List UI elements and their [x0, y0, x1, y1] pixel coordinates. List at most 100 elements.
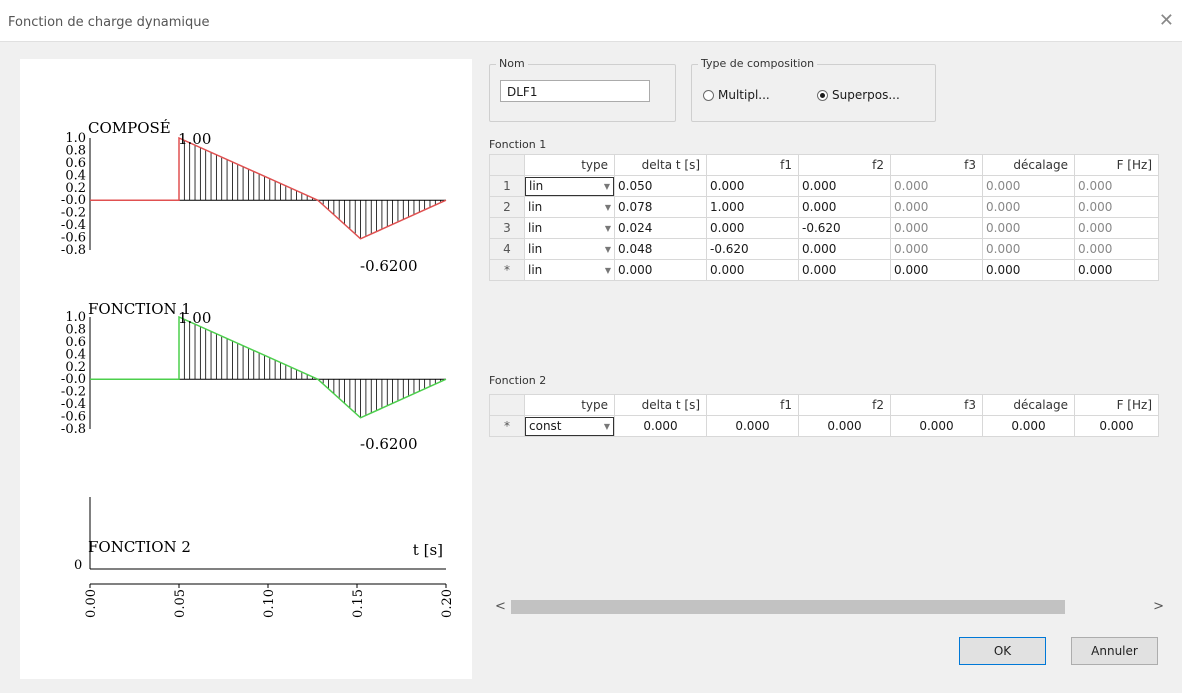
cell-dec[interactable]: 0.000: [982, 217, 1075, 239]
column-header[interactable]: f1: [706, 394, 799, 416]
nom-field[interactable]: DLF1: [500, 80, 650, 102]
x-tick-label: 0.05: [173, 589, 188, 618]
chevron-down-icon[interactable]: ▼: [605, 245, 611, 254]
cell-f2[interactable]: 0.000: [798, 238, 891, 260]
cell-f3[interactable]: 0.000: [890, 415, 983, 437]
scrollbar-thumb[interactable]: [511, 600, 1065, 614]
cell-fhz[interactable]: 0.000: [1074, 175, 1159, 197]
f1-title: FONCTION 1: [88, 300, 191, 318]
column-header[interactable]: f1: [706, 154, 799, 176]
cell-f2[interactable]: 0.000: [798, 259, 891, 281]
radio-multipl[interactable]: Multipl...: [703, 88, 770, 102]
table-row[interactable]: 1 lin ▼ 0.050 0.000 0.000 0.000 0.000 0.000: [489, 175, 1159, 197]
cell-f1[interactable]: 0.000: [706, 415, 799, 437]
f1-y-tick-label: -0.8: [61, 422, 86, 437]
radio-superpos[interactable]: Superpos...: [817, 88, 900, 102]
cell-f1[interactable]: 0.000: [706, 175, 799, 197]
cell-f2[interactable]: 0.000: [798, 415, 891, 437]
nom-group: Nom DLF1: [489, 57, 676, 122]
fonction1-header-row: type delta t [s] f1 f2 f3 décalage F [Hz]: [489, 154, 1159, 176]
type-dropdown[interactable]: lin ▼: [524, 238, 615, 260]
table-row[interactable]: 4 lin ▼ 0.048 -0.620 0.000 0.000 0.000 0.000: [489, 238, 1159, 260]
cell-f1[interactable]: 0.000: [706, 259, 799, 281]
row-header[interactable]: 2: [489, 196, 525, 218]
table-row[interactable]: * const ▼ 0.000 0.000 0.000 0.000 0.000 0.000: [489, 415, 1159, 437]
type-value: lin: [528, 242, 543, 256]
cell-fhz[interactable]: 0.000: [1074, 196, 1159, 218]
column-header[interactable]: delta t [s]: [614, 394, 707, 416]
chevron-down-icon[interactable]: ▼: [605, 266, 611, 275]
cancel-button[interactable]: Annuler: [1071, 637, 1158, 665]
cell-f3[interactable]: 0.000: [890, 217, 983, 239]
f1-max-label: 1.00: [178, 309, 211, 327]
cell-f3[interactable]: 0.000: [890, 196, 983, 218]
cell-f2[interactable]: -0.620: [798, 217, 891, 239]
chevron-down-icon[interactable]: ▼: [604, 182, 610, 191]
cell-f2[interactable]: 0.000: [798, 196, 891, 218]
cell-dt[interactable]: 0.024: [614, 217, 707, 239]
column-header[interactable]: F [Hz]: [1074, 154, 1159, 176]
plots-svg: 1.00.80.60.40.2-0.0-0.2-0.4-0.6-0.8COMPO…: [61, 119, 455, 618]
type-dropdown[interactable]: lin ▼: [524, 217, 615, 239]
column-header[interactable]: f2: [798, 154, 891, 176]
scroll-right-icon[interactable]: >: [1153, 598, 1164, 615]
x-axis-label: t [s]: [413, 541, 443, 559]
cell-f3[interactable]: 0.000: [890, 259, 983, 281]
column-header[interactable]: f3: [890, 394, 983, 416]
cell-dec[interactable]: 0.000: [982, 415, 1075, 437]
cell-dec[interactable]: 0.000: [982, 259, 1075, 281]
type-value: lin: [528, 200, 543, 214]
fonction2-label: Fonction 2: [489, 374, 547, 387]
cell-dt[interactable]: 0.050: [614, 175, 707, 197]
cell-dt[interactable]: 0.000: [614, 415, 707, 437]
column-header[interactable]: f3: [890, 154, 983, 176]
cell-fhz[interactable]: 0.000: [1074, 217, 1159, 239]
ok-button[interactable]: OK: [959, 637, 1046, 665]
cell-f2[interactable]: 0.000: [798, 175, 891, 197]
table-row[interactable]: 3 lin ▼ 0.024 0.000 -0.620 0.000 0.000 0.000: [489, 217, 1159, 239]
cell-dec[interactable]: 0.000: [982, 196, 1075, 218]
column-header[interactable]: type: [524, 394, 615, 416]
cell-fhz[interactable]: 0.000: [1074, 259, 1159, 281]
cell-dt[interactable]: 0.048: [614, 238, 707, 260]
composed-min-label: -0.6200: [360, 257, 418, 275]
cell-fhz[interactable]: 0.000: [1074, 415, 1159, 437]
cell-f1[interactable]: -0.620: [706, 238, 799, 260]
chevron-down-icon[interactable]: ▼: [605, 203, 611, 212]
cell-fhz[interactable]: 0.000: [1074, 238, 1159, 260]
type-dropdown[interactable]: lin ▼: [524, 196, 615, 218]
fonction1-table: type delta t [s] f1 f2 f3 décalage F [Hz] 1 lin ▼…: [489, 154, 1159, 281]
dialog-body: 1.0 0.8 0.6 0.4 0.2 -0.0 -0.2 -0.4 -0.6 -0.8 COMPO…: [0, 41, 1182, 693]
row-header[interactable]: 3: [489, 217, 525, 239]
column-header[interactable]: F [Hz]: [1074, 394, 1159, 416]
type-dropdown[interactable]: const ▼: [524, 415, 615, 437]
radio-circle-icon: [703, 89, 714, 101]
row-header[interactable]: *: [489, 415, 525, 437]
chevron-down-icon[interactable]: ▼: [605, 224, 611, 233]
chevron-down-icon[interactable]: ▼: [604, 422, 610, 431]
cell-dt[interactable]: 0.078: [614, 196, 707, 218]
horizontal-scrollbar[interactable]: < >: [489, 598, 1172, 615]
row-header[interactable]: 1: [489, 175, 525, 197]
cell-f3[interactable]: 0.000: [890, 238, 983, 260]
type-dropdown[interactable]: lin ▼: [524, 175, 615, 197]
column-header[interactable]: décalage: [982, 394, 1075, 416]
close-icon[interactable]: ✕: [1159, 10, 1174, 31]
cell-f1[interactable]: 0.000: [706, 217, 799, 239]
table-row[interactable]: * lin ▼ 0.000 0.000 0.000 0.000 0.000 0.000: [489, 259, 1159, 281]
row-header[interactable]: 4: [489, 238, 525, 260]
type-dropdown[interactable]: lin ▼: [524, 259, 615, 281]
column-header[interactable]: f2: [798, 394, 891, 416]
cell-dt[interactable]: 0.000: [614, 259, 707, 281]
column-header[interactable]: delta t [s]: [614, 154, 707, 176]
table-row[interactable]: 2 lin ▼ 0.078 1.000 0.000 0.000 0.000 0.000: [489, 196, 1159, 218]
cell-f1[interactable]: 1.000: [706, 196, 799, 218]
scroll-left-icon[interactable]: <: [495, 598, 506, 615]
cell-f3[interactable]: 0.000: [890, 175, 983, 197]
column-header[interactable]: décalage: [982, 154, 1075, 176]
cell-dec[interactable]: 0.000: [982, 238, 1075, 260]
row-header[interactable]: *: [489, 259, 525, 281]
composed-y-tick-label: -0.8: [61, 243, 86, 258]
column-header[interactable]: type: [524, 154, 615, 176]
cell-dec[interactable]: 0.000: [982, 175, 1075, 197]
